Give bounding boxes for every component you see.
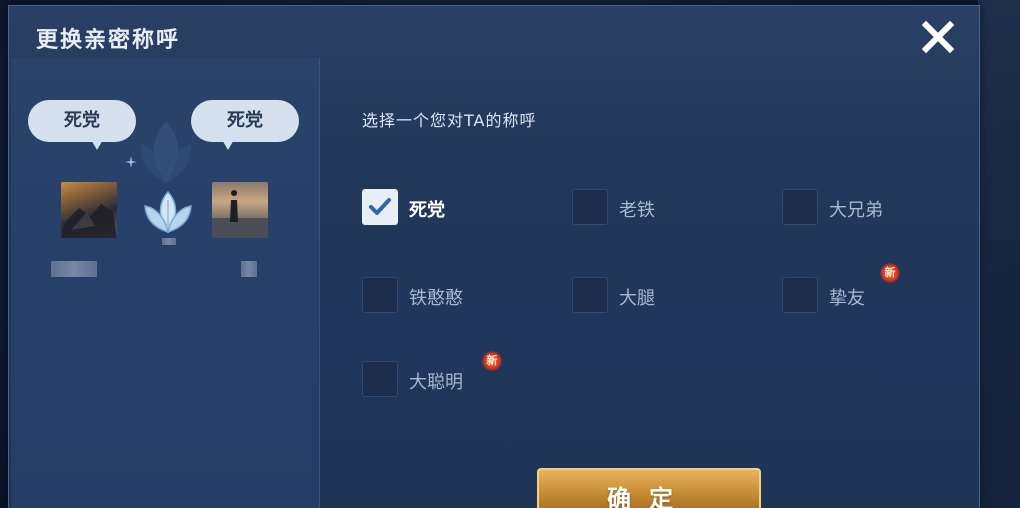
friend-name-blurred <box>241 261 257 277</box>
option-tiehanhan[interactable]: 铁憨憨 <box>362 277 512 313</box>
option-laotie[interactable]: 老铁 <box>572 189 722 225</box>
confirm-button[interactable]: 确定 <box>537 468 761 508</box>
new-badge: 新 <box>880 263 900 283</box>
checkbox[interactable] <box>572 277 608 313</box>
option-label: 大腿 <box>619 288 655 309</box>
intimacy-level-blur <box>162 238 176 245</box>
option-zhiyou[interactable]: 挚友 新 <box>782 263 932 313</box>
checkbox[interactable] <box>782 277 818 313</box>
option-daxiongdi[interactable]: 大兄弟 <box>782 189 932 225</box>
dialog-title: 更换亲密称呼 <box>36 28 181 53</box>
close-x-icon <box>921 20 955 54</box>
option-dacongming[interactable]: 大聪明 新 <box>362 351 512 397</box>
option-label: 死党 <box>409 200 445 221</box>
left-nickname-bubble: 死党 <box>28 100 136 150</box>
left-nickname-text: 死党 <box>64 110 100 131</box>
option-label: 大聪明 <box>409 372 463 393</box>
change-nickname-dialog: 更换亲密称呼 死党 死党 选择一个您对TA的称呼 死党 老铁 大兄弟 铁憨憨 大… <box>8 5 980 508</box>
option-label: 挚友 <box>829 288 865 309</box>
option-sidang[interactable]: 死党 <box>362 189 512 225</box>
game-screen: 更换亲密称呼 死党 死党 选择一个您对TA的称呼 死党 老铁 大兄弟 铁憨憨 大… <box>0 0 1020 508</box>
close-button[interactable] <box>919 18 957 56</box>
checkbox[interactable] <box>572 189 608 225</box>
new-badge: 新 <box>482 351 502 371</box>
checkbox[interactable] <box>362 189 398 225</box>
checkmark-icon <box>369 198 391 215</box>
intimacy-preview-panel: 死党 死党 <box>11 58 320 508</box>
instruction-text: 选择一个您对TA的称呼 <box>362 111 537 130</box>
checkbox[interactable] <box>362 277 398 313</box>
option-label: 大兄弟 <box>829 200 883 221</box>
sparkle-icon <box>125 156 137 168</box>
option-label: 老铁 <box>619 200 655 221</box>
my-avatar <box>61 182 117 238</box>
checkbox[interactable] <box>782 189 818 225</box>
background-panel-edge <box>978 0 1020 508</box>
checkbox[interactable] <box>362 361 398 397</box>
option-label: 铁憨憨 <box>409 288 463 309</box>
right-nickname-text: 死党 <box>227 110 263 131</box>
intimacy-lotus-emblem-icon <box>144 190 192 234</box>
option-datui[interactable]: 大腿 <box>572 277 722 313</box>
my-name-blurred <box>51 261 97 277</box>
friend-avatar <box>212 182 268 238</box>
